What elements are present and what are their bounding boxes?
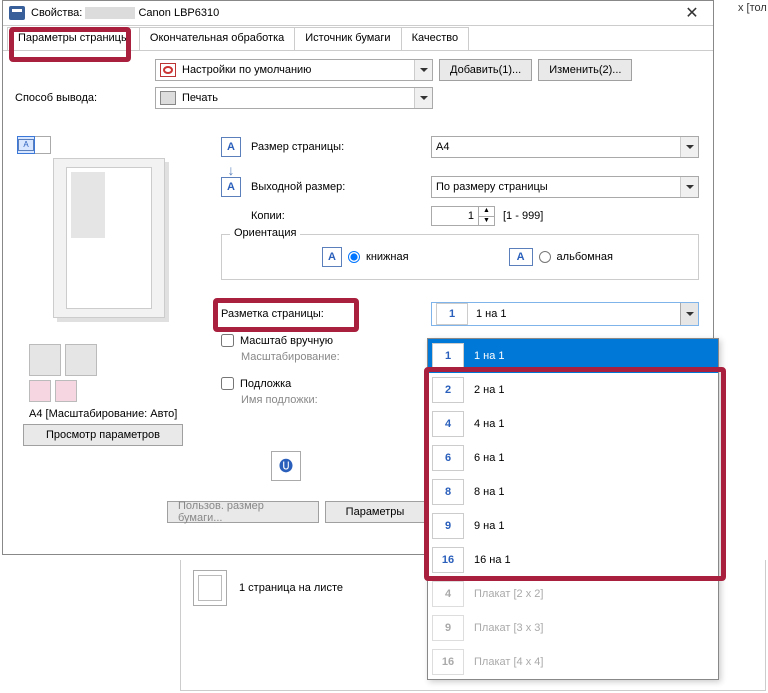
output-size-combo[interactable]: По размеру страницы [431,176,699,198]
doc-b-icon[interactable] [55,380,77,402]
stack-icon[interactable] [29,344,61,376]
chevron-down-icon[interactable] [414,60,432,80]
output-method-label: Способ вывода: [15,92,155,104]
radio-landscape[interactable] [539,251,551,263]
copies-stepper[interactable]: ▲▼ [479,206,495,226]
chevron-down-icon[interactable] [414,88,432,108]
layout-option-3[interactable]: 6 6 на 1 [428,441,718,475]
page-layout-label: Разметка страницы: [221,308,324,320]
layout-option-text: Плакат [3 x 3] [474,622,543,634]
preview-mode-printer[interactable] [34,137,50,153]
layout-option-text: 8 на 1 [474,486,505,498]
orientation-portrait[interactable]: A книжная [322,247,409,267]
orientation-group: Ориентация A книжная A альбомная [221,234,699,280]
titlebar[interactable]: Свойства: Canon LBP6310 ✕ [3,1,713,26]
layout-option-6[interactable]: 16 16 на 1 [428,543,718,577]
layout-option-badge: 1 [432,343,464,369]
preview-mode-toggle[interactable]: A [17,136,51,154]
add-profile-button[interactable]: Добавить(1)... [439,59,532,81]
tab-finishing[interactable]: Окончательная обработка [139,27,295,50]
manual-scale-checkbox[interactable] [221,334,234,347]
pages-per-sheet-label: 1 страница на листе [239,582,343,594]
layout-option-5[interactable]: 9 9 на 1 [428,509,718,543]
default-profile-icon [160,63,176,77]
chevron-down-icon[interactable] [680,137,698,157]
layout-option-text: 16 на 1 [474,554,511,566]
layout-option-4[interactable]: 8 8 на 1 [428,475,718,509]
layout-option-text: 4 на 1 [474,418,505,430]
printer-icon [9,6,25,20]
layout-option-text: 2 на 1 [474,384,505,396]
redacted-segment [85,7,135,19]
window-title: Свойства: Canon LBP6310 [31,7,677,19]
layout-option-text: 9 на 1 [474,520,505,532]
action-icons-2 [29,380,207,402]
page-a-icon: A [18,139,34,151]
page-size-label: Размер страницы: [251,141,431,153]
layout-option-1[interactable]: 2 2 на 1 [428,373,718,407]
copies-range: [1 - 999] [503,210,543,222]
layout-option-badge: 9 [432,615,464,641]
staple-icon[interactable] [65,344,97,376]
scale-caption: A4 [Масштабирование: Авто] [29,408,207,420]
layout-option-text: 6 на 1 [474,452,505,464]
watermark-checkbox[interactable] [221,377,234,390]
landscape-icon: A [509,248,533,266]
action-icons-1 [29,344,207,376]
radio-portrait[interactable] [348,251,360,263]
down-arrow-icon: ↓ [221,162,241,176]
edit-profile-button[interactable]: Изменить(2)... [538,59,632,81]
view-params-button[interactable]: Просмотр параметров [23,424,183,446]
copies-input[interactable]: 1 [431,206,479,226]
layout-option-badge: 2 [432,377,464,403]
layout-option-badge: 6 [432,445,464,471]
chevron-down-icon[interactable] [680,303,698,325]
page-layout-dropdown[interactable]: 1 1 на 1 2 2 на 1 4 4 на 1 6 6 на 1 8 8 на 1 9 9 на… [427,338,719,680]
portrait-icon: A [322,247,342,267]
doc-a-icon[interactable] [29,380,51,402]
layout-option-text: 1 на 1 [474,350,505,362]
page-size-icon: A [221,137,241,157]
layout-option-badge: 8 [432,479,464,505]
layout-option-badge: 16 [432,649,464,675]
page-size-combo[interactable]: A4 [431,136,699,158]
page-layout-combo[interactable]: 1 1 на 1 [431,302,699,326]
layout-option-badge: 4 [432,581,464,607]
copies-label: Копии: [251,210,431,222]
output-method-combo[interactable]: Печать [155,87,433,109]
output-size-icon: A [221,177,241,197]
manual-scale-label: Масштаб вручную [240,335,333,347]
layout-badge-icon: 1 [436,303,468,325]
layout-option-9: 16 Плакат [4 x 4] [428,645,718,679]
page-params-button[interactable]: Параметры [325,501,425,523]
layout-option-8: 9 Плакат [3 x 3] [428,611,718,645]
watermark-icon-button[interactable]: 🅤 [271,451,301,481]
preview-mode-page[interactable]: A [17,136,35,154]
layout-option-7: 4 Плакат [2 x 2] [428,577,718,611]
chevron-down-icon[interactable] [680,177,698,197]
tab-page-settings[interactable]: Параметры страницы [7,27,140,50]
tab-paper-source[interactable]: Источник бумаги [294,27,401,50]
preview-panel: A A4 [Масштабирование: Авто] [17,136,207,420]
layout-option-badge: 4 [432,411,464,437]
background-text: х [тол [738,0,768,14]
orientation-landscape[interactable]: A альбомная [509,247,613,267]
custom-paper-size-button[interactable]: Пользов. размер бумаги... [167,501,319,523]
page-preview [53,158,165,318]
close-button[interactable]: ✕ [677,3,707,23]
watermark-label: Подложка [240,378,291,390]
layout-option-badge: 16 [432,547,464,573]
print-icon [160,91,176,105]
layout-option-text: Плакат [2 x 2] [474,588,543,600]
tab-strip: Параметры страницы Окончательная обработ… [3,26,713,51]
output-size-label: Выходной размер: [251,181,431,193]
layout-option-2[interactable]: 4 4 на 1 [428,407,718,441]
profile-combo[interactable]: Настройки по умолчанию [155,59,433,81]
orientation-legend: Ориентация [230,227,300,239]
tab-quality[interactable]: Качество [401,27,470,50]
pages-per-sheet-icon [193,570,227,606]
layout-option-0[interactable]: 1 1 на 1 [428,339,718,373]
layout-option-badge: 9 [432,513,464,539]
layout-option-text: Плакат [4 x 4] [474,656,543,668]
